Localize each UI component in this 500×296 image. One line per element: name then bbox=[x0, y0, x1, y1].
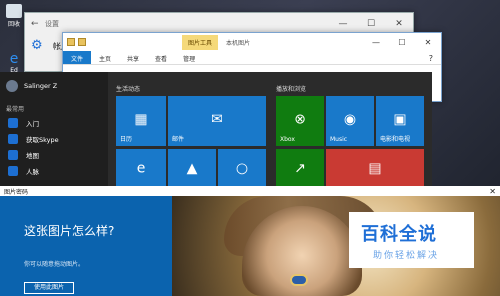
mail-icon: ✉ bbox=[211, 111, 223, 128]
tab-home[interactable]: 主页 bbox=[91, 51, 119, 64]
tile-music[interactable]: ◉ Music bbox=[326, 96, 374, 146]
tab-file[interactable]: 文件 bbox=[63, 51, 92, 64]
recycle-bin-icon bbox=[6, 4, 22, 18]
start-menu-left-pane: Salinger Z 最常用 入门 获取Skype 地图 人脉 bbox=[0, 72, 108, 190]
explorer-ribbon: 文件 主页 共享 查看 管理 ? bbox=[63, 51, 441, 65]
help-icon[interactable]: ? bbox=[421, 51, 441, 64]
start-menu: Salinger Z 最常用 入门 获取Skype 地图 人脉 生活动态 播放和… bbox=[0, 72, 432, 190]
maps-icon bbox=[8, 150, 18, 160]
quick-access-toolbar bbox=[63, 38, 86, 46]
tile-label: Xbox bbox=[280, 136, 295, 143]
maximize-button[interactable]: ☐ bbox=[389, 38, 415, 47]
app-get-started[interactable]: 入门 bbox=[0, 115, 108, 131]
tile-movies[interactable]: ▣ 电影和电视 bbox=[376, 96, 424, 146]
lightbulb-icon bbox=[8, 118, 18, 128]
calendar-icon: ▦ bbox=[134, 111, 148, 128]
dialog-heading: 这张图片怎么样? bbox=[24, 224, 115, 238]
xbox-icon: ⊗ bbox=[294, 111, 306, 128]
close-icon[interactable]: ✕ bbox=[489, 187, 496, 196]
tile-label: Music bbox=[330, 136, 348, 143]
edge-icon: e bbox=[9, 51, 19, 67]
desktop-icon-label: 回收 bbox=[7, 21, 20, 28]
chart-icon: ↗ bbox=[294, 159, 306, 176]
minimize-button[interactable]: — bbox=[363, 38, 389, 47]
edge-icon: e bbox=[136, 159, 146, 176]
tile-label: 电影和电视 bbox=[380, 136, 411, 143]
watermark-line1: 百科全说 bbox=[361, 224, 437, 245]
app-label: 地图 bbox=[26, 152, 39, 160]
group-header-life: 生活动态 bbox=[116, 86, 141, 93]
dialog-description: 你可以随意拖动图片。 bbox=[24, 261, 85, 268]
skype-icon bbox=[8, 134, 18, 144]
tile-label: 日历 bbox=[120, 136, 133, 143]
tab-view[interactable]: 查看 bbox=[147, 51, 175, 64]
tile-news[interactable]: ▤ bbox=[326, 149, 424, 190]
tile-xbox[interactable]: ⊗ Xbox bbox=[276, 96, 324, 146]
tile-edge[interactable]: e bbox=[116, 149, 166, 190]
tab-share[interactable]: 共享 bbox=[119, 51, 147, 64]
gear-icon: ⚙ bbox=[31, 38, 43, 53]
back-arrow-icon[interactable]: ← bbox=[31, 19, 45, 29]
news-icon: ▤ bbox=[368, 159, 382, 176]
app-people[interactable]: 人脉 bbox=[0, 163, 108, 179]
recycle-bin-shortcut[interactable]: 回收 bbox=[2, 4, 26, 28]
watermark: 百科全说 助你轻松解决 bbox=[349, 212, 474, 268]
tile-label: 邮件 bbox=[172, 136, 185, 143]
app-label: 入门 bbox=[26, 120, 39, 128]
music-icon: ◉ bbox=[343, 111, 357, 128]
avatar bbox=[6, 80, 18, 92]
explorer-titlebar: 图片工具 本机图片 — ☐ ✕ bbox=[63, 33, 441, 51]
app-label: 人脉 bbox=[26, 168, 39, 176]
people-icon bbox=[8, 166, 18, 176]
close-button[interactable]: ✕ bbox=[415, 38, 441, 47]
dialog-titlebar: 图片密码 ✕ bbox=[0, 186, 500, 196]
tile-cortana[interactable]: ○ bbox=[218, 149, 266, 190]
folder-icon[interactable] bbox=[78, 38, 86, 46]
most-used-header: 最常用 bbox=[6, 106, 25, 113]
user-account-row[interactable]: Salinger Z bbox=[0, 72, 108, 96]
tile-calendar[interactable]: ▦ 日历 bbox=[116, 96, 166, 146]
photos-icon: ▲ bbox=[186, 159, 198, 176]
window-controls: — ☐ ✕ bbox=[363, 38, 441, 47]
tile-money[interactable]: ↗ bbox=[276, 149, 324, 190]
picture-gem bbox=[290, 274, 308, 286]
explorer-title: 本机图片 bbox=[226, 39, 251, 47]
edge-shortcut[interactable]: e Ed bbox=[2, 52, 26, 74]
app-get-skype[interactable]: 获取Skype bbox=[0, 131, 108, 147]
maximize-button[interactable]: ☐ bbox=[357, 19, 385, 29]
group-header-play: 播放和浏览 bbox=[276, 86, 307, 93]
watermark-line2: 助你轻松解决 bbox=[373, 251, 440, 261]
folder-icon[interactable] bbox=[67, 38, 75, 46]
dialog-left-panel bbox=[0, 196, 172, 296]
user-name: Salinger Z bbox=[24, 82, 58, 90]
cortana-icon: ○ bbox=[235, 159, 249, 176]
dialog-title: 图片密码 bbox=[4, 188, 29, 196]
close-button[interactable]: ✕ bbox=[385, 19, 413, 29]
use-this-picture-button[interactable]: 使用此图片 bbox=[24, 282, 74, 294]
picture-tools-tab[interactable]: 图片工具 bbox=[182, 34, 219, 50]
app-label: 获取Skype bbox=[26, 136, 59, 144]
window-controls: — ☐ ✕ bbox=[329, 19, 413, 29]
clapperboard-icon: ▣ bbox=[393, 111, 407, 128]
tile-photos[interactable]: ▲ bbox=[168, 149, 216, 190]
minimize-button[interactable]: — bbox=[329, 19, 357, 29]
tab-manage[interactable]: 管理 bbox=[175, 51, 203, 64]
settings-title: 设置 bbox=[45, 20, 59, 28]
tile-mail[interactable]: ✉ 邮件 bbox=[168, 96, 266, 146]
app-maps[interactable]: 地图 bbox=[0, 147, 108, 163]
